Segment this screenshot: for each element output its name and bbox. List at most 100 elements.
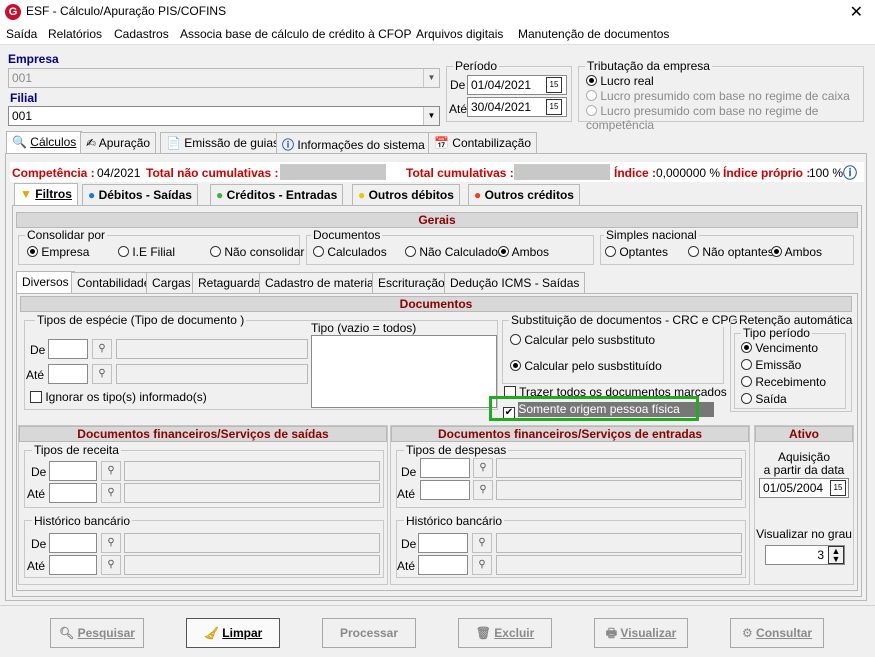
radio-icon[interactable]	[741, 376, 752, 387]
receita-ate-field[interactable]	[49, 483, 97, 503]
checkbox-icon[interactable]	[504, 386, 516, 396]
simples-nao-optantes[interactable]: Não optantes	[688, 245, 774, 259]
tipo-list[interactable]	[311, 335, 497, 408]
close-icon[interactable]: ✕	[850, 2, 863, 22]
tab-cadastro-materiais[interactable]: Cadastro de materiais	[259, 272, 389, 294]
ret-emissao[interactable]: Emissão	[741, 358, 801, 372]
calendar-icon[interactable]: 15	[546, 99, 562, 115]
visualizar-button[interactable]: 🖶︎ Visualizar	[594, 618, 688, 648]
tab-escrituracao[interactable]: Escrituração	[372, 272, 451, 294]
processar-button[interactable]: Processar	[322, 618, 416, 648]
tipos-ate-field[interactable]	[48, 364, 88, 384]
binoculars-icon[interactable]: ⚲	[472, 555, 492, 575]
tab-filtros[interactable]: ▼ Filtros	[14, 183, 78, 206]
radio-icon[interactable]	[586, 75, 597, 86]
radio-icon[interactable]	[405, 246, 416, 257]
tab-calculos[interactable]: 🔍 Cálculos	[6, 131, 83, 154]
radio-icon[interactable]	[510, 360, 521, 371]
ret-recebimento[interactable]: Recebimento	[741, 375, 826, 389]
hist-saidas-ate-field[interactable]	[49, 555, 97, 575]
tributacao-opt3[interactable]: Lucro presumido com base no regime de co…	[586, 104, 875, 132]
consolidar-empresa[interactable]: Empresa	[27, 245, 89, 259]
tipos-de-field[interactable]	[48, 339, 88, 359]
tab-cargas[interactable]: Cargas	[146, 272, 197, 294]
binoculars-icon[interactable]: ⚲	[473, 480, 493, 500]
radio-icon[interactable]	[27, 246, 38, 257]
menu-saida[interactable]: Saída	[6, 27, 37, 41]
hist-entradas-de-field[interactable]	[418, 533, 468, 553]
consolidar-ie-filial[interactable]: I.E Filial	[118, 245, 175, 259]
hist-saidas-de-field[interactable]	[49, 533, 97, 553]
radio-icon[interactable]	[313, 246, 324, 257]
consultar-button[interactable]: ⚙︎ Consultar	[730, 618, 824, 648]
filial-select[interactable]: 001 ▼	[8, 106, 440, 126]
binoculars-icon[interactable]: ⚲	[472, 533, 492, 553]
info-icon[interactable]: ⓘ	[843, 163, 857, 183]
binoculars-icon[interactable]: ⚲	[101, 555, 121, 575]
tab-contabilidade[interactable]: Contabilidade	[71, 272, 157, 294]
documentos-nao-calculados[interactable]: Não Calculados	[405, 245, 504, 259]
hist-entradas-ate-field[interactable]	[418, 555, 468, 575]
consolidar-nao[interactable]: Não consolidar	[210, 245, 304, 259]
radio-icon[interactable]	[586, 90, 597, 101]
empresa-select[interactable]: 001 ▼	[8, 68, 440, 88]
spinner-icon[interactable]: ▲ ▼	[828, 546, 844, 564]
chevron-down-icon[interactable]: ▼	[423, 107, 439, 125]
radio-icon[interactable]	[771, 246, 782, 257]
subst-substituto[interactable]: Calcular pelo susbstituto	[510, 333, 655, 347]
tab-diversos[interactable]: Diversos	[16, 271, 75, 294]
radio-icon[interactable]	[741, 359, 752, 370]
tab-informacoes[interactable]: ⓘ Informações do sistema	[276, 132, 431, 154]
excluir-button[interactable]: 🗑︎ Excluir	[458, 618, 552, 648]
tab-contabilizacao[interactable]: 📅 Contabilização	[428, 132, 537, 154]
binoculars-icon[interactable]: ⚲	[101, 533, 121, 553]
tributacao-opt2[interactable]: Lucro presumido com base no regime de ca…	[586, 89, 850, 103]
binoculars-icon[interactable]: ⚲	[101, 461, 121, 481]
subst-substituido[interactable]: Calcular pelo susbstituído	[510, 359, 662, 373]
calendar-icon[interactable]: 15	[546, 77, 562, 93]
radio-icon[interactable]	[510, 334, 521, 345]
tab-debitos[interactable]: ● Débitos - Saídas	[82, 184, 198, 206]
menu-relatorios[interactable]: Relatórios	[48, 27, 102, 41]
tab-outros-debitos[interactable]: ● Outros débitos	[352, 184, 460, 206]
tab-creditos[interactable]: ● Créditos - Entradas	[210, 184, 344, 206]
menu-cadastros[interactable]: Cadastros	[114, 27, 169, 41]
checkbox-icon[interactable]	[30, 391, 42, 403]
binoculars-icon[interactable]: ⚲	[92, 339, 112, 359]
despesas-ate-field[interactable]	[420, 480, 470, 500]
radio-icon[interactable]	[586, 105, 597, 116]
radio-icon[interactable]	[605, 246, 616, 257]
menu-associa[interactable]: Associa base de cálculo de crédito à CFO…	[180, 27, 411, 41]
ret-vencimento[interactable]: Vencimento	[741, 341, 818, 355]
documentos-ambos[interactable]: Ambos	[498, 245, 549, 259]
binoculars-icon[interactable]: ⚲	[92, 364, 112, 384]
simples-optantes[interactable]: Optantes	[605, 245, 668, 259]
ignorar-checkbox[interactable]: Ignorar os tipo(s) informado(s)	[30, 390, 207, 404]
limpar-button[interactable]: 🧹︎ Limpar	[186, 618, 280, 648]
tab-apuracao[interactable]: ✍ Apuração	[80, 132, 157, 154]
radio-icon[interactable]	[210, 246, 221, 257]
radio-icon[interactable]	[741, 393, 752, 404]
tab-emissao[interactable]: 📄 Emissão de guias	[160, 132, 285, 154]
receita-de-field[interactable]	[49, 461, 97, 481]
menu-arquivos[interactable]: Arquivos digitais	[416, 27, 503, 41]
radio-icon[interactable]	[498, 246, 509, 257]
pesquisar-button[interactable]: 🔍︎ Pesquisar	[50, 618, 144, 648]
documentos-calculados[interactable]: Calculados	[313, 245, 387, 259]
simples-ambos[interactable]: Ambos	[771, 245, 822, 259]
tab-retaguarda[interactable]: Retaguarda	[192, 272, 267, 294]
radio-icon[interactable]	[118, 246, 129, 257]
ret-saida[interactable]: Saída	[741, 392, 787, 406]
tributacao-opt1[interactable]: Lucro real	[586, 74, 654, 88]
radio-icon[interactable]	[741, 342, 752, 353]
binoculars-icon[interactable]: ⚲	[101, 483, 121, 503]
chevron-down-icon[interactable]: ▼	[423, 69, 439, 87]
menu-manutencao[interactable]: Manutenção de documentos	[518, 27, 669, 41]
binoculars-icon[interactable]: ⚲	[473, 458, 493, 478]
calendar-icon[interactable]: 15	[830, 480, 846, 496]
despesas-de-field[interactable]	[420, 458, 470, 478]
tab-deducao-icms[interactable]: Dedução ICMS - Saídas	[444, 272, 586, 294]
tab-outros-creditos[interactable]: ● Outros créditos	[468, 184, 580, 206]
radio-icon[interactable]	[688, 246, 699, 257]
trazer-checkbox[interactable]: Trazer todos os documentos marcados	[504, 385, 727, 396]
